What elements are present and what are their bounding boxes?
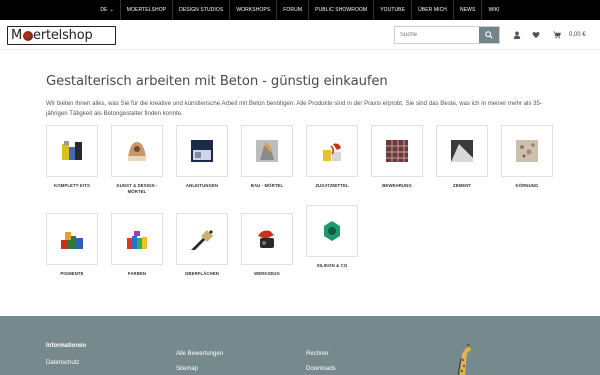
category-label: OBERFLÄCHEN: [184, 271, 220, 276]
site-header: Mertelshop 0,00 €: [0, 20, 600, 50]
category-pigmente[interactable]: PIGMENTE: [46, 213, 98, 277]
category-image: [111, 125, 163, 177]
werkzeug-image: [258, 230, 274, 248]
category-image: [241, 213, 293, 265]
category-label: PIGMENTE: [60, 271, 84, 276]
nav-wiki[interactable]: WIKI: [482, 0, 505, 20]
page-title: Gestalterisch arbeiten mit Beton - günst…: [46, 74, 388, 89]
category-image: [436, 125, 488, 177]
kunst-design-moertel-image: [128, 142, 146, 161]
nav-youtube[interactable]: YOUTUBE: [374, 0, 413, 20]
category-image: [176, 213, 228, 265]
silikon-co-image: [324, 221, 340, 241]
chevron-down-icon: ⌄: [109, 7, 114, 13]
koernung-image: [516, 140, 538, 162]
category-oberflaechen[interactable]: OBERFLÄCHEN: [176, 213, 228, 277]
category-label: FARBEN: [127, 271, 147, 276]
category-zement[interactable]: ZEMENT: [436, 125, 488, 189]
category-label: KÖRNUNG: [515, 183, 539, 188]
footer-heading-informationen: Informationen: [46, 343, 86, 349]
oberflaechen-image: [191, 230, 213, 250]
category-werkzeug[interactable]: WERKZEUG: [241, 213, 293, 277]
category-image: [111, 213, 163, 265]
nav-moertelshop[interactable]: MOERTELSHOP: [121, 0, 174, 20]
nav-ueber-mich[interactable]: ÜBER MICH: [412, 0, 455, 20]
category-anleitungen[interactable]: ANLEITUNGEN: [176, 125, 228, 189]
category-komplett-kits[interactable]: KOMPLETT-KITS: [46, 125, 98, 189]
user-icon[interactable]: [513, 31, 521, 39]
cart-icon[interactable]: [553, 31, 561, 39]
category-koernung[interactable]: KÖRNUNG: [501, 125, 553, 189]
category-label: KUNST & DESIGN - MÖRTEL: [116, 183, 158, 194]
category-image: [371, 125, 423, 177]
bau-moertel-image: [256, 140, 278, 162]
category-label: ANLEITUNGEN: [185, 183, 219, 188]
category-label: WERKZEUG: [254, 271, 280, 276]
category-label: BEWEHRUNG: [382, 183, 412, 188]
category-image: [241, 125, 293, 177]
category-silikon-co[interactable]: SILIKON & CO: [306, 205, 358, 269]
category-bewehrung[interactable]: BEWEHRUNG: [371, 125, 423, 189]
main-content: Gestalterisch arbeiten mit Beton - günst…: [46, 74, 556, 119]
category-label: SILIKON & CO: [316, 263, 348, 268]
footer-link-rechner[interactable]: Rechner: [306, 351, 329, 357]
category-label: KOMPLETT-KITS: [54, 183, 90, 188]
category-kunst-design-moertel[interactable]: KUNST & DESIGN - MÖRTEL: [111, 125, 163, 195]
footer-link-downloads[interactable]: Downloads: [306, 366, 336, 372]
logo-text-rest: ertelshop: [33, 28, 93, 43]
cart-total[interactable]: 0,00 €: [569, 32, 586, 38]
category-zusatzmittel[interactable]: ZUSATZMITTEL: [306, 125, 358, 189]
pigmente-image: [61, 232, 83, 249]
footer-link-datenschutz[interactable]: Datenschutz: [46, 360, 79, 366]
nav-language[interactable]: DE ⌄: [94, 0, 121, 20]
coffee-bean-icon: [22, 30, 33, 41]
category-label: ZUSATZMITTEL: [315, 183, 349, 188]
zusatzmittel-image: [323, 143, 341, 161]
anleitungen-image: [191, 140, 213, 162]
category-image: [176, 125, 228, 177]
search-input[interactable]: [395, 27, 479, 43]
category-label: ZEMENT: [452, 183, 472, 188]
category-image: [501, 125, 553, 177]
category-image: [306, 205, 358, 257]
category-farben[interactable]: FARBEN: [111, 213, 163, 277]
logo-text: Mertelshop: [11, 29, 93, 42]
komplett-kits-image: [62, 141, 82, 160]
footer-link-alle-bewertungen[interactable]: Alle Bewertungen: [176, 351, 223, 357]
category-image: [46, 213, 98, 265]
site-footer: Informationen Datenschutz Alle Bewertung…: [0, 316, 600, 375]
intro-text: Wir bieten Ihnen alles, was Sie für die …: [46, 100, 542, 117]
category-bau-moertel[interactable]: BAU - MÖRTEL: [241, 125, 293, 189]
nav-workshops[interactable]: WORKSHOPS: [230, 0, 278, 20]
search-bar: [394, 26, 500, 44]
site-logo[interactable]: Mertelshop: [7, 26, 116, 45]
search-icon: [485, 31, 493, 39]
bewehrung-image: [386, 140, 408, 162]
nav-design-studios[interactable]: DESIGN STUDIOS: [173, 0, 231, 20]
giraffe-icon: [457, 344, 471, 375]
heart-icon[interactable]: [532, 31, 540, 39]
nav-public-showroom[interactable]: PUBLIC SHOWROOM: [309, 0, 375, 20]
nav-forum[interactable]: FORUM: [277, 0, 310, 20]
category-label: BAU - MÖRTEL: [250, 183, 284, 188]
top-navigation: DE ⌄ MOERTELSHOP DESIGN STUDIOS WORKSHOPS…: [0, 0, 600, 20]
farben-image: [127, 231, 147, 249]
logo-text-initial: M: [11, 28, 23, 43]
search-button[interactable]: [479, 27, 499, 43]
category-image: [306, 125, 358, 177]
footer-link-sitemap[interactable]: Sitemap: [176, 366, 198, 372]
zement-image: [451, 140, 473, 162]
category-image: [46, 125, 98, 177]
nav-news[interactable]: NEWS: [454, 0, 483, 20]
nav-language-label: DE: [100, 7, 108, 13]
